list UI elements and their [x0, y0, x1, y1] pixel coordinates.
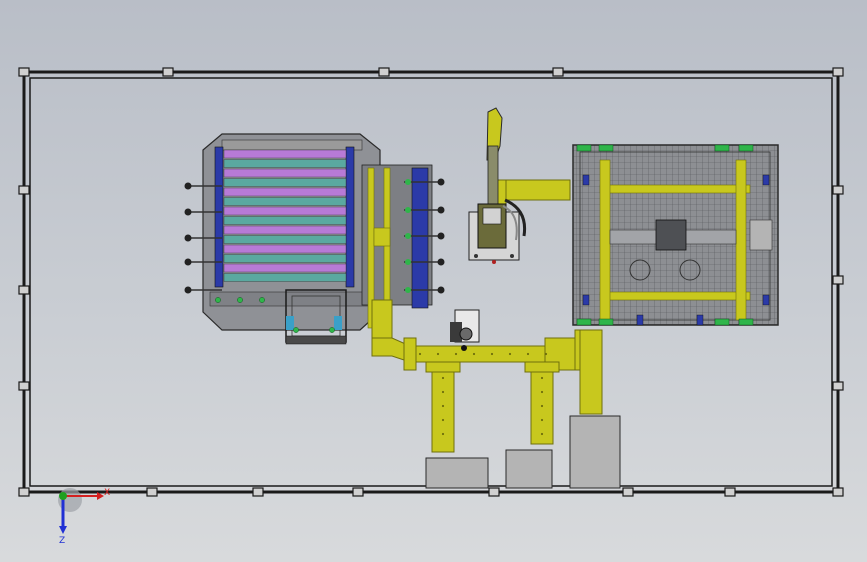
left-clamp-bar — [214, 146, 224, 288]
cad-viewport[interactable]: X Z — [0, 0, 867, 562]
electrical-cabinets — [425, 415, 621, 489]
z-axis-label: Z — [59, 536, 65, 546]
cabinet-right — [569, 415, 621, 489]
right-fixture-station — [572, 144, 779, 326]
x-axis-label: X — [104, 488, 110, 498]
cabinet-left — [425, 457, 489, 489]
assembly-drawing: X Z — [18, 67, 844, 546]
cable-reel — [450, 309, 480, 351]
axis-triad — [58, 488, 104, 534]
right-clamp-bar — [345, 146, 355, 288]
cabinet-middle — [505, 449, 553, 489]
